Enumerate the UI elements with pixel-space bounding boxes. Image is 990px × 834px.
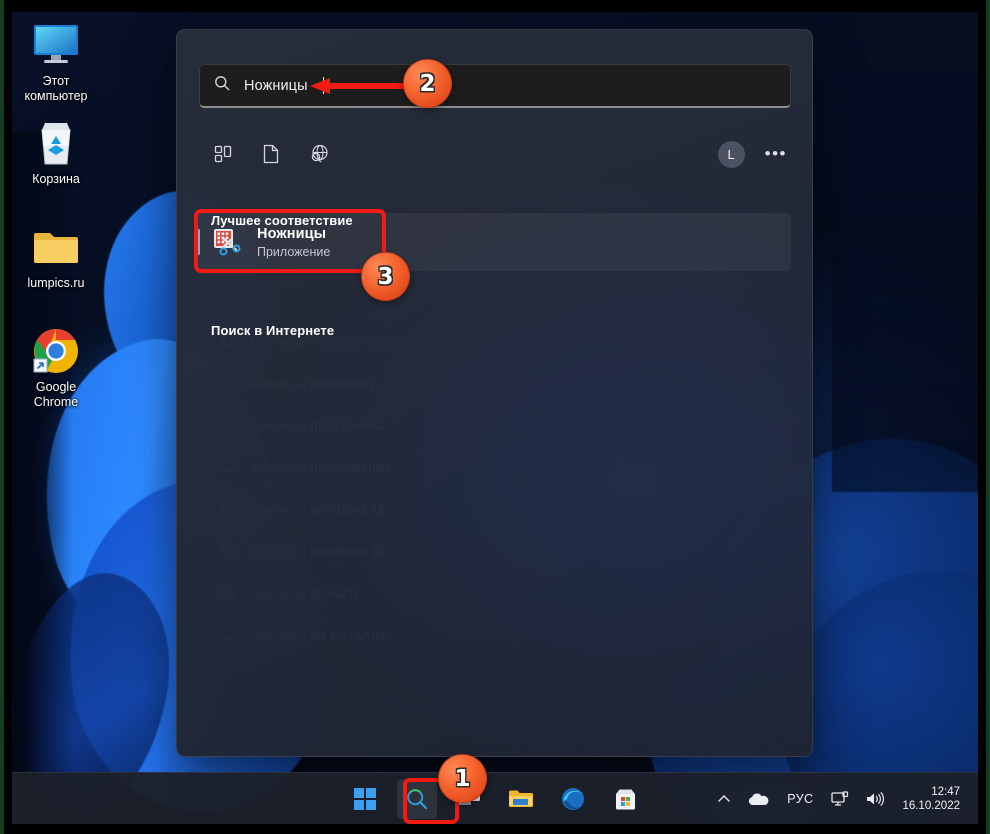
snipping-tool-icon	[211, 226, 243, 258]
monitor-icon	[8, 20, 104, 70]
best-match-subtitle: Приложение	[257, 244, 331, 259]
account-avatar[interactable]: L	[717, 140, 745, 168]
task-view-button[interactable]	[449, 779, 489, 819]
onedrive-cloud-icon[interactable]	[739, 779, 777, 819]
search-input-value: Ножницы	[244, 77, 308, 94]
desktop-icon-this-pc[interactable]: Этот компьютер	[8, 20, 104, 104]
volume-icon[interactable]	[857, 779, 892, 819]
text-caret	[322, 77, 324, 94]
desktop-icon-label: Корзина	[32, 172, 80, 186]
more-options-button[interactable]: •••	[765, 144, 791, 164]
file-explorer-button[interactable]	[501, 779, 541, 819]
folder-icon	[8, 222, 104, 272]
taskbar-center-group	[345, 773, 645, 825]
screen: Этот компьютер Корзина lumpics.ru Google…	[0, 0, 990, 834]
globe-search-icon[interactable]	[295, 137, 343, 171]
start-button[interactable]	[345, 779, 385, 819]
taskbar: РУС 12:47 16.10.2022	[12, 772, 978, 824]
frame-edge-accent-right	[986, 0, 990, 834]
desktop-icon-label: lumpics.ru	[27, 276, 85, 290]
best-match-texts: Ножницы Приложение	[257, 226, 330, 259]
microsoft-store-button[interactable]	[605, 779, 645, 819]
taskbar-search-button[interactable]	[397, 779, 437, 819]
search-icon	[214, 75, 230, 96]
chevron-up-icon[interactable]	[709, 779, 739, 819]
language-indicator[interactable]: РУС	[777, 792, 823, 806]
clock-date: 16.10.2022	[902, 800, 960, 812]
selection-indicator	[197, 229, 200, 255]
recycle-bin-icon	[8, 118, 104, 168]
clock[interactable]: 12:47 16.10.2022	[892, 785, 972, 813]
frame-edge-top	[0, 0, 990, 12]
best-match-result[interactable]: Ножницы Приложение	[197, 213, 791, 271]
section-title-web-search: Поиск в Интернете	[211, 323, 335, 338]
desktop-icon-label: Google Chrome	[33, 380, 79, 409]
desktop-icon-label: Этот компьютер	[24, 74, 88, 103]
chrome-icon	[8, 326, 104, 376]
desktop-icon-google-chrome[interactable]: Google Chrome	[8, 326, 104, 410]
desktop-icon-folder-lumpics[interactable]: lumpics.ru	[8, 222, 104, 291]
document-icon[interactable]	[247, 137, 295, 171]
frame-edge-right	[978, 0, 990, 834]
apps-grid-icon[interactable]	[199, 137, 247, 171]
search-input[interactable]: Ножницы	[199, 64, 791, 108]
edge-button[interactable]	[553, 779, 593, 819]
wallpaper-shade	[832, 72, 978, 492]
desktop-icon-recycle-bin[interactable]: Корзина	[8, 118, 104, 187]
system-tray: РУС 12:47 16.10.2022	[709, 773, 972, 825]
frame-edge-accent-left	[0, 0, 4, 834]
network-icon[interactable]	[823, 779, 857, 819]
best-match-title: Ножницы	[257, 225, 327, 242]
search-filter-bar: L •••	[199, 135, 791, 173]
clock-time: 12:47	[931, 786, 960, 798]
search-flyout-panel: Ножницы L ••• Лучшее соответствие Поиск …	[176, 29, 813, 757]
frame-edge-bottom	[0, 824, 990, 834]
